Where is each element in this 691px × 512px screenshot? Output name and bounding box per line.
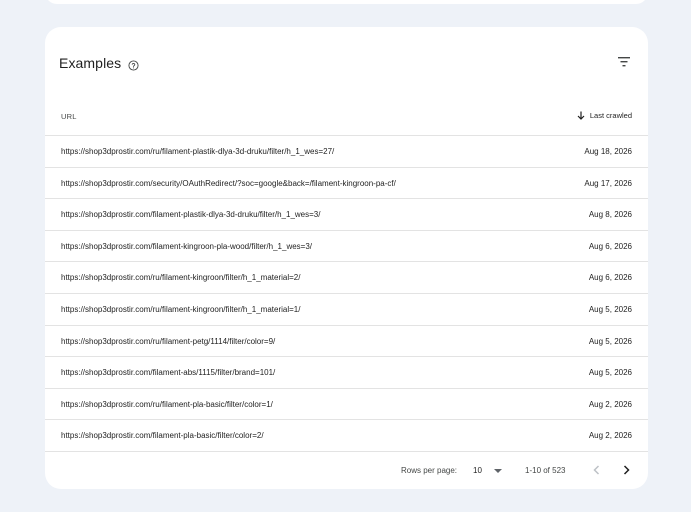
row-last-crawled: Aug 5, 2026 <box>588 304 632 314</box>
table-row[interactable]: https://shop3dprostir.com/ru/filament-pl… <box>45 136 648 168</box>
row-url[interactable]: https://shop3dprostir.com/filament-kingr… <box>61 242 312 251</box>
rows-per-page-label: Rows per page: <box>401 466 458 475</box>
table-row[interactable]: https://shop3dprostir.com/filament-plast… <box>45 199 648 231</box>
caret-down-icon <box>493 468 502 473</box>
table-row[interactable]: https://shop3dprostir.com/ru/filament-pl… <box>45 389 648 421</box>
row-last-crawled: Aug 2, 2026 <box>588 399 632 409</box>
row-url[interactable]: https://shop3dprostir.com/ru/filament-ki… <box>61 273 300 282</box>
row-url[interactable]: https://shop3dprostir.com/ru/filament-ki… <box>61 305 300 314</box>
arrow-down-icon <box>577 111 585 120</box>
row-last-crawled: Aug 6, 2026 <box>588 241 632 251</box>
row-url[interactable]: https://shop3dprostir.com/filament-pla-b… <box>61 431 264 440</box>
row-last-crawled: Aug 6, 2026 <box>588 273 632 283</box>
table-row[interactable]: https://shop3dprostir.com/ru/filament-pe… <box>45 326 648 358</box>
row-url[interactable]: https://shop3dprostir.com/ru/filament-pl… <box>61 147 334 156</box>
row-url[interactable]: https://shop3dprostir.com/ru/filament-pe… <box>61 337 275 346</box>
examples-card: Examples URL Last crawled https://shop3d… <box>45 27 648 489</box>
table-row[interactable]: https://shop3dprostir.com/filament-pla-b… <box>45 420 648 452</box>
filter-icon[interactable] <box>616 55 632 69</box>
previous-card <box>45 0 648 4</box>
previous-page-button[interactable] <box>590 463 604 477</box>
column-header-last-crawled[interactable]: Last crawled <box>577 111 632 120</box>
next-page-button[interactable] <box>619 463 633 477</box>
row-last-crawled: Aug 8, 2026 <box>588 210 632 220</box>
help-circle-icon[interactable] <box>128 58 139 71</box>
row-last-crawled: Aug 5, 2026 <box>588 336 632 346</box>
pagination-range: 1-10 of 523 <box>525 466 566 475</box>
row-url[interactable]: https://shop3dprostir.com/filament-abs/1… <box>61 368 275 377</box>
table-row[interactable]: https://shop3dprostir.com/ru/filament-ki… <box>45 294 648 326</box>
row-last-crawled: Aug 2, 2026 <box>588 431 632 441</box>
table-row[interactable]: https://shop3dprostir.com/filament-kingr… <box>45 231 648 263</box>
row-url[interactable]: https://shop3dprostir.com/security/OAuth… <box>61 179 396 188</box>
row-last-crawled: Aug 17, 2026 <box>584 178 632 188</box>
rows-per-page-value: 10 <box>473 466 482 475</box>
table-row[interactable]: https://shop3dprostir.com/ru/filament-ki… <box>45 262 648 294</box>
row-url[interactable]: https://shop3dprostir.com/filament-plast… <box>61 210 320 219</box>
row-url[interactable]: https://shop3dprostir.com/ru/filament-pl… <box>61 400 273 409</box>
row-last-crawled: Aug 18, 2026 <box>584 147 632 156</box>
row-last-crawled: Aug 5, 2026 <box>588 368 632 378</box>
card-title: Examples <box>59 55 122 71</box>
table-row[interactable]: https://shop3dprostir.com/filament-abs/1… <box>45 357 648 389</box>
table-row[interactable]: https://shop3dprostir.com/security/OAuth… <box>45 168 648 200</box>
column-header-url[interactable]: URL <box>61 112 77 121</box>
pagination: Rows per page: 10 1-10 of 523 <box>45 459 648 483</box>
rows-per-page-select[interactable]: 10 <box>473 466 502 475</box>
chevron-right-icon <box>623 465 630 475</box>
column-header-last-crawled-label: Last crawled <box>589 111 632 120</box>
chevron-left-icon <box>593 465 600 475</box>
card-header: Examples <box>59 55 139 71</box>
table-header: URL Last crawled <box>45 105 648 136</box>
table-body: https://shop3dprostir.com/ru/filament-pl… <box>45 136 648 452</box>
